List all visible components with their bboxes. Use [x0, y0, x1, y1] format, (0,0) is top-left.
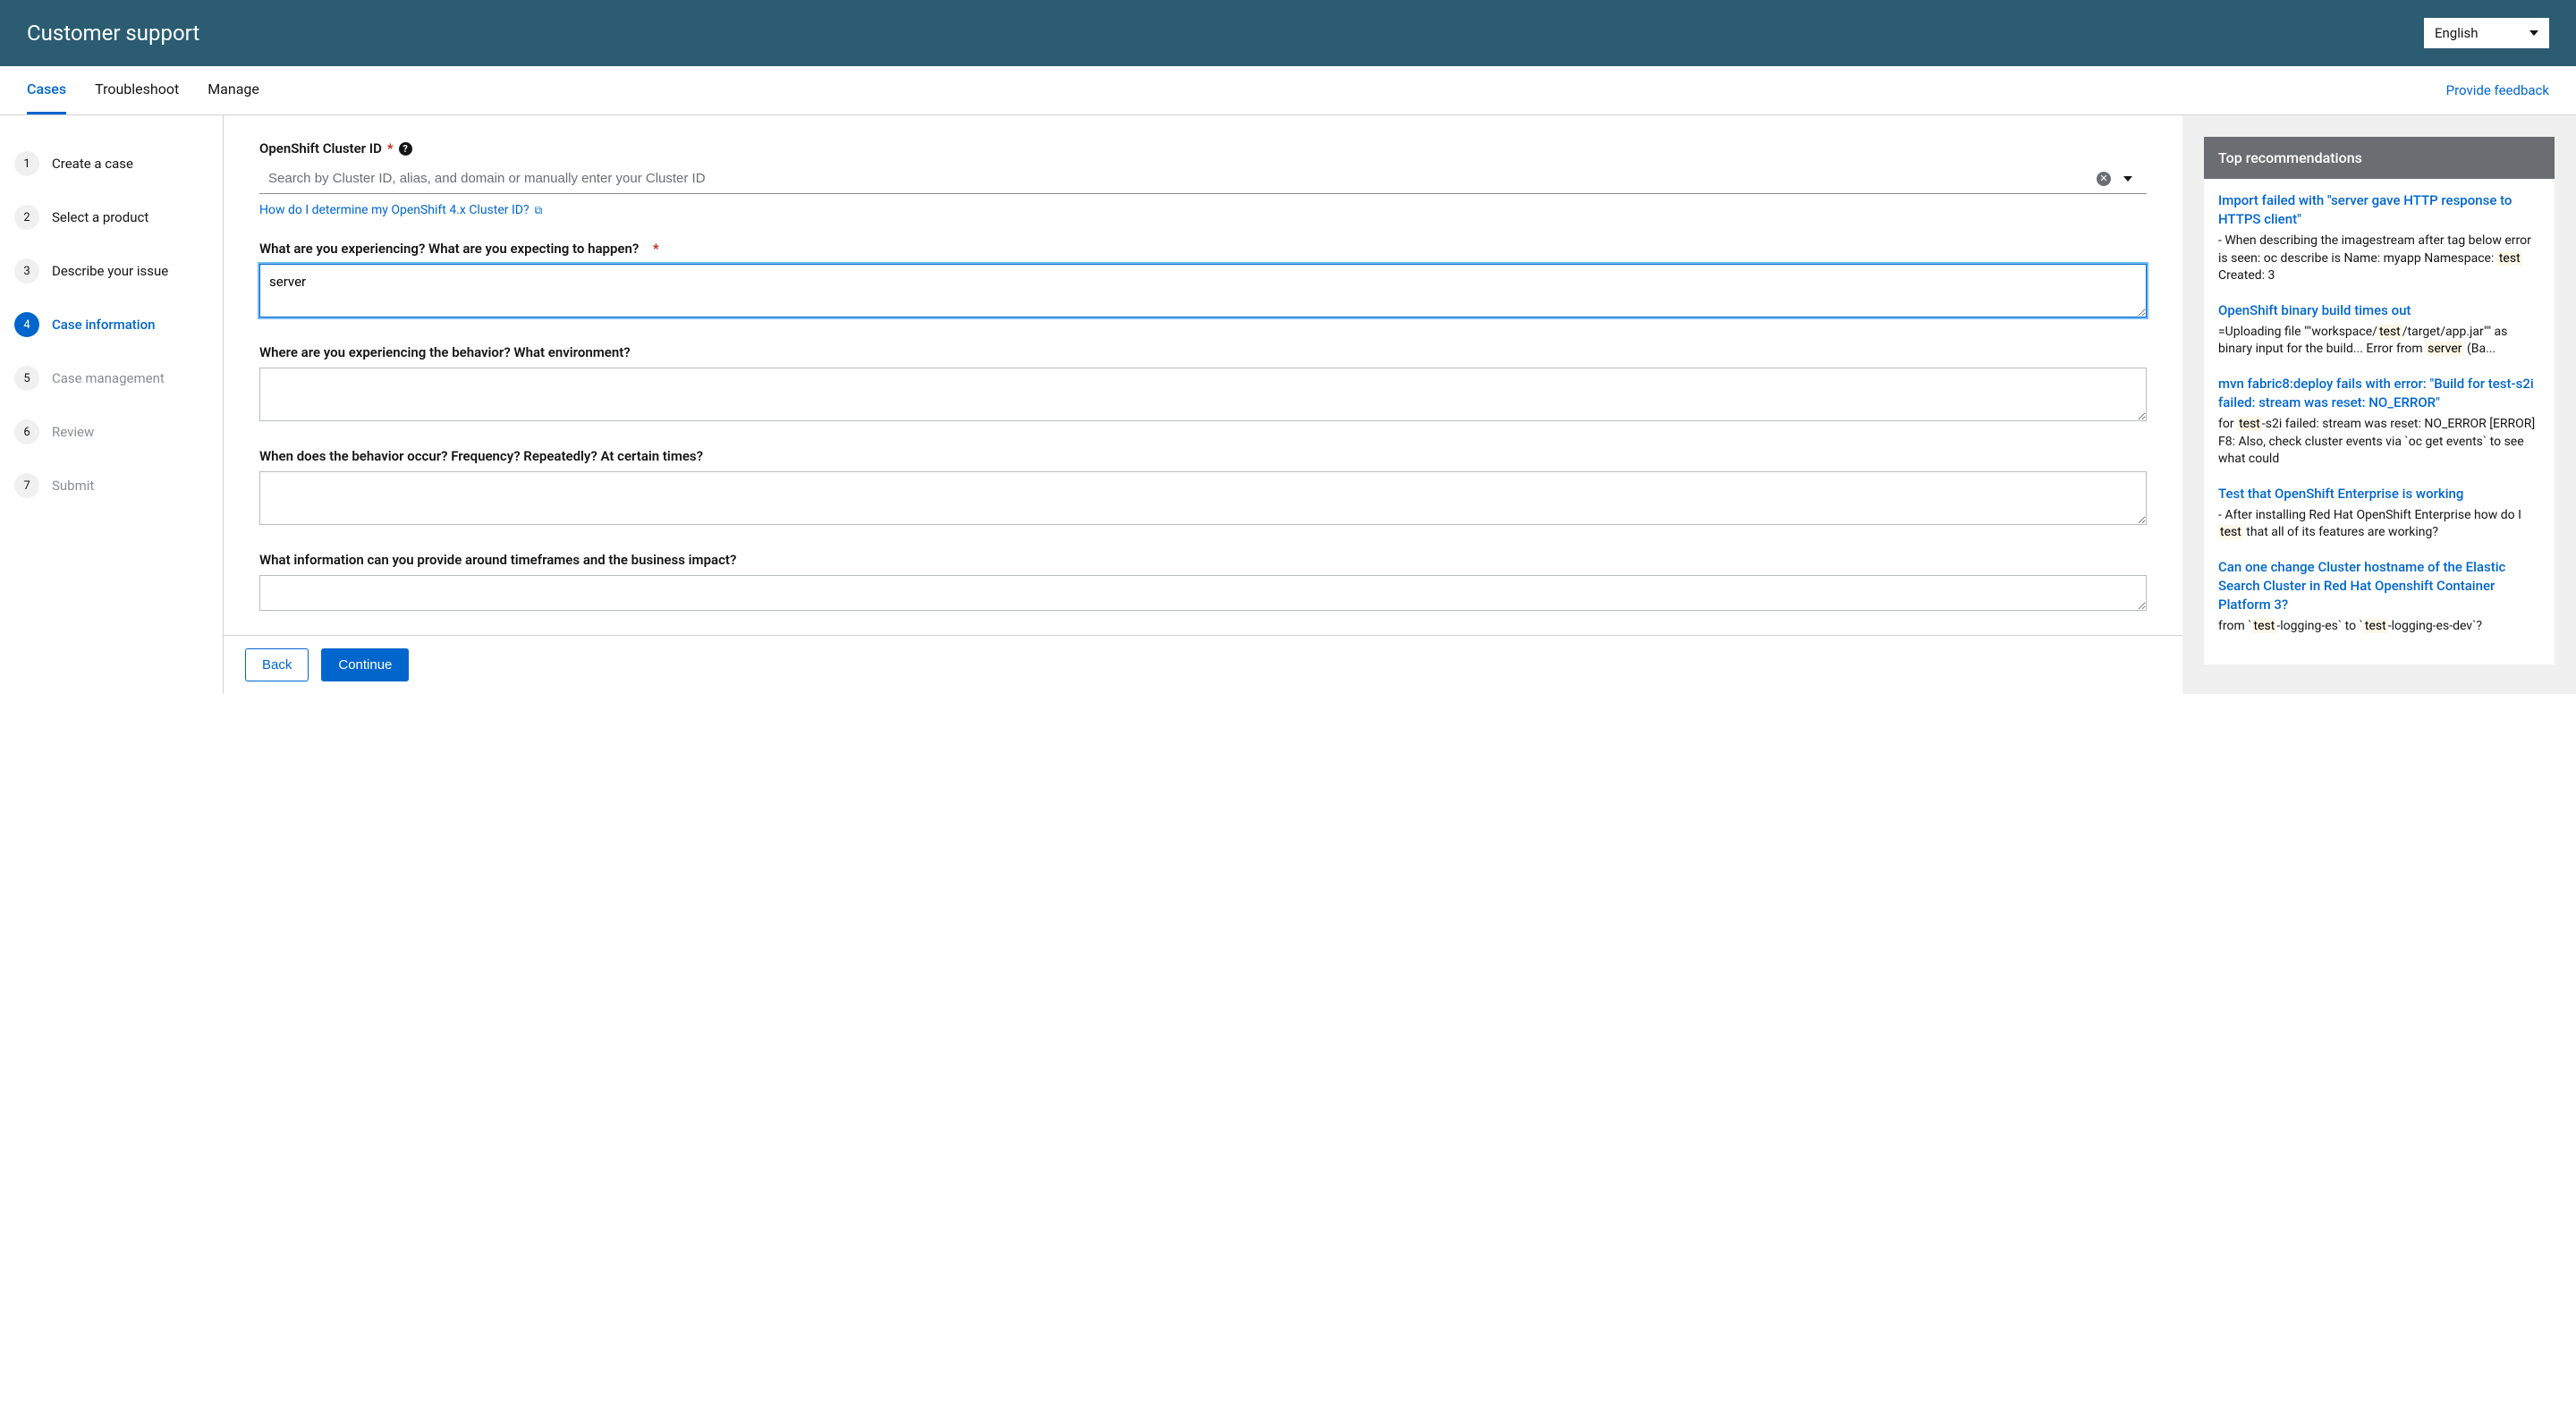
- tabs-list: Cases Troubleshoot Manage: [27, 66, 259, 114]
- step-label: Case information: [52, 317, 155, 333]
- help-icon[interactable]: ?: [399, 142, 412, 156]
- recommendation-item: OpenShift binary build times out =Uploadi…: [2218, 301, 2540, 359]
- form-main: OpenShift Cluster ID * ? ✕ How do I dete…: [224, 115, 2182, 694]
- back-button[interactable]: Back: [245, 648, 309, 681]
- page-header: Customer support English: [0, 0, 2576, 66]
- recommendation-snippet: - After installing Red Hat OpenShift Ent…: [2218, 507, 2540, 542]
- step-product[interactable]: 2 Select a product: [14, 190, 208, 244]
- cluster-combobox[interactable]: ✕: [259, 164, 2147, 194]
- label-text: What are you experiencing? What are you …: [259, 241, 639, 257]
- step-review: 6 Review: [14, 405, 208, 459]
- recommendations-panel: Top recommendations Import failed with "…: [2182, 115, 2576, 694]
- cluster-input[interactable]: [268, 171, 2089, 186]
- step-number: 4: [14, 312, 39, 337]
- recommendation-snippet: =Uploading file ""workspace/test/target/…: [2218, 324, 2540, 359]
- footer-buttons: Back Continue: [224, 635, 2182, 694]
- when-textarea[interactable]: [259, 471, 2147, 525]
- cluster-label: OpenShift Cluster ID * ?: [259, 140, 2147, 157]
- continue-button[interactable]: Continue: [321, 648, 409, 681]
- step-label: Review: [52, 424, 94, 440]
- tab-cases[interactable]: Cases: [27, 66, 66, 114]
- external-link-icon: ⧉: [535, 204, 543, 217]
- step-number: 3: [14, 258, 39, 283]
- wizard-sidebar: 1 Create a case 2 Select a product 3 Des…: [0, 115, 224, 694]
- recommendation-item: mvn fabric8:deploy fails with error: "Bu…: [2218, 375, 2540, 469]
- step-label: Select a product: [52, 209, 148, 225]
- step-case-info[interactable]: 4 Case information: [14, 298, 208, 351]
- recommendation-snippet: for test-s2i failed: stream was reset: N…: [2218, 416, 2540, 469]
- experiencing-field: What are you experiencing? What are you …: [259, 241, 2147, 321]
- feedback-link[interactable]: Provide feedback: [2446, 82, 2549, 98]
- experiencing-label: What are you experiencing? What are you …: [259, 241, 2147, 257]
- required-star: *: [387, 140, 394, 157]
- recommendation-title[interactable]: OpenShift binary build times out: [2218, 301, 2540, 320]
- cluster-help-link[interactable]: How do I determine my OpenShift 4.x Clus…: [259, 203, 542, 217]
- step-label: Submit: [52, 478, 94, 494]
- tab-troubleshoot[interactable]: Troubleshoot: [95, 66, 179, 114]
- where-textarea[interactable]: [259, 368, 2147, 421]
- recommendation-title[interactable]: Can one change Cluster hostname of the E…: [2218, 558, 2540, 614]
- recommendation-title[interactable]: Import failed with "server gave HTTP res…: [2218, 191, 2540, 229]
- clear-icon[interactable]: ✕: [2097, 172, 2111, 186]
- step-create[interactable]: 1 Create a case: [14, 137, 208, 190]
- tabs-bar: Cases Troubleshoot Manage Provide feedba…: [0, 66, 2576, 115]
- step-label: Create a case: [52, 156, 133, 172]
- step-label: Describe your issue: [52, 263, 168, 279]
- recommendation-item: Test that OpenShift Enterprise is workin…: [2218, 485, 2540, 542]
- step-describe[interactable]: 3 Describe your issue: [14, 244, 208, 298]
- help-link-text: How do I determine my OpenShift 4.x Clus…: [259, 203, 530, 217]
- when-label: When does the behavior occur? Frequency?…: [259, 448, 2147, 464]
- timeframe-label: What information can you provide around …: [259, 552, 2147, 568]
- page-title: Customer support: [27, 21, 199, 46]
- recommendation-snippet: from `test-logging-es` to `test-logging-…: [2218, 618, 2540, 636]
- recommendations-header: Top recommendations: [2204, 137, 2555, 179]
- tab-manage[interactable]: Manage: [208, 66, 259, 114]
- where-label: Where are you experiencing the behavior?…: [259, 344, 2147, 360]
- language-selector[interactable]: English: [2424, 18, 2549, 48]
- chevron-down-icon[interactable]: [2123, 176, 2132, 182]
- where-field: Where are you experiencing the behavior?…: [259, 344, 2147, 425]
- recommendations-list: Import failed with "server gave HTTP res…: [2204, 179, 2555, 664]
- recommendation-title[interactable]: Test that OpenShift Enterprise is workin…: [2218, 485, 2540, 503]
- step-number: 6: [14, 419, 39, 444]
- timeframe-textarea[interactable]: [259, 575, 2147, 611]
- step-number: 7: [14, 473, 39, 498]
- recommendation-item: Import failed with "server gave HTTP res…: [2218, 191, 2540, 285]
- recommendation-snippet: - When describing the imagestream after …: [2218, 233, 2540, 285]
- step-management: 5 Case management: [14, 351, 208, 405]
- recommendation-title[interactable]: mvn fabric8:deploy fails with error: "Bu…: [2218, 375, 2540, 412]
- cluster-field: OpenShift Cluster ID * ? ✕ How do I dete…: [259, 140, 2147, 217]
- step-number: 1: [14, 151, 39, 176]
- recommendation-item: Can one change Cluster hostname of the E…: [2218, 558, 2540, 636]
- timeframe-field: What information can you provide around …: [259, 552, 2147, 614]
- step-submit: 7 Submit: [14, 459, 208, 512]
- language-label: English: [2435, 25, 2479, 41]
- step-number: 5: [14, 366, 39, 391]
- step-number: 2: [14, 205, 39, 230]
- experiencing-textarea[interactable]: [259, 264, 2147, 317]
- required-star: *: [653, 241, 659, 257]
- chevron-down-icon: [2529, 30, 2538, 36]
- step-label: Case management: [52, 370, 165, 386]
- when-field: When does the behavior occur? Frequency?…: [259, 448, 2147, 529]
- label-text: OpenShift Cluster ID: [259, 140, 382, 157]
